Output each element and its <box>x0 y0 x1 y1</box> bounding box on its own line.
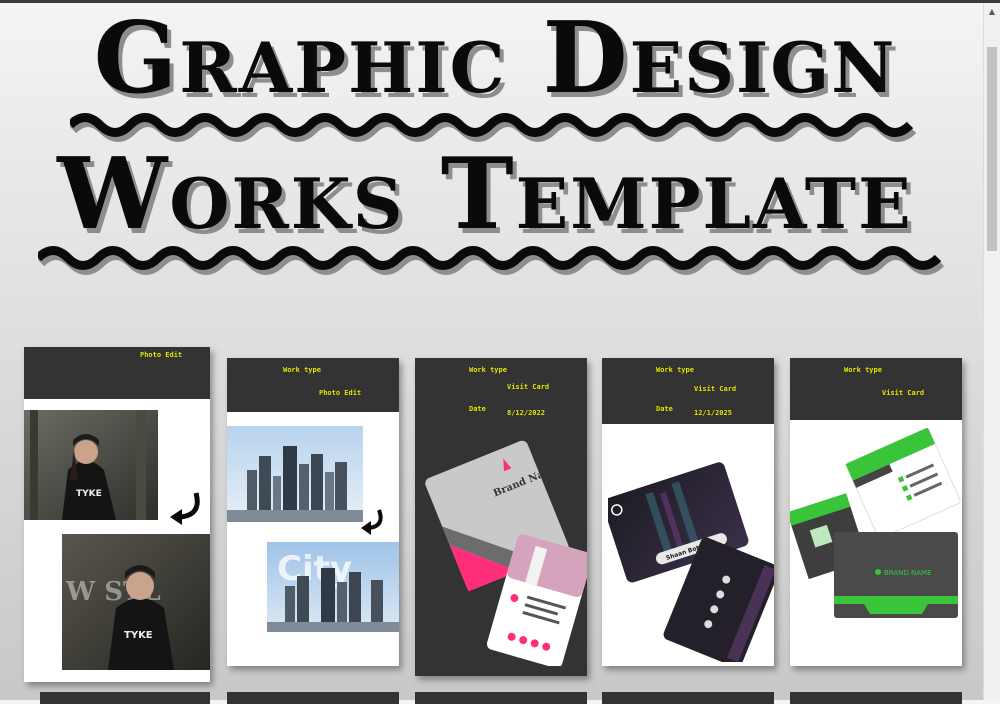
brand-name-text: BRAND NAME <box>884 569 932 577</box>
work-card-row2-3[interactable] <box>415 692 587 704</box>
card-label-work-type: Work type <box>656 366 694 374</box>
work-card-city-edit[interactable]: Work type Photo Edit City <box>227 358 399 666</box>
portrait-before-image[interactable]: TYKE <box>24 410 158 520</box>
city-after-image[interactable]: City <box>267 542 399 632</box>
card-label-work-type: Work type <box>844 366 882 374</box>
scroll-up-arrow-icon[interactable]: ▲ <box>984 3 1000 19</box>
page-title-line-1: Graphic Design <box>93 1 897 116</box>
work-card-photo-edit[interactable]: Photo Edit TYKE W STL TYKE <box>24 347 210 682</box>
card-label-date: 12/1/2025 <box>694 409 732 417</box>
work-card-row2-4[interactable] <box>602 692 774 704</box>
curved-arrow-icon <box>170 492 200 525</box>
work-card-visit-card-green[interactable]: Work type Visit Card BRAND NAME <box>790 358 962 666</box>
business-card-mockup-green[interactable]: BRAND NAME <box>790 428 962 624</box>
card-label-work-type: Photo Edit <box>140 351 183 359</box>
city-before-image[interactable] <box>227 426 363 522</box>
card-label-category: Photo Edit <box>319 389 362 397</box>
card-label-category: Visit Card <box>694 385 737 393</box>
vertical-scrollbar[interactable]: ▲ <box>983 3 1000 700</box>
work-card-row2-2[interactable] <box>227 692 399 704</box>
page-title-line-2: Works Template <box>57 137 913 252</box>
card-label-date-caption: Date <box>469 405 486 413</box>
work-card-visit-card-dark[interactable]: Work type Visit Card Date 12/1/2025 Shaa… <box>602 358 774 666</box>
card-label-date: 8/12/2022 <box>507 409 545 417</box>
curved-arrow-icon <box>361 509 383 535</box>
portrait-after-image[interactable]: W STL TYKE <box>62 534 210 670</box>
business-card-mockup-pink[interactable]: Brand Name <box>423 430 587 666</box>
card-label-date-caption: Date <box>656 405 673 413</box>
card-label-work-type: Work type <box>283 366 321 374</box>
work-card-row2-1[interactable] <box>40 692 210 704</box>
wave-divider-bottom <box>38 246 945 275</box>
card-label-category: Visit Card <box>882 389 925 397</box>
work-card-row2-5[interactable] <box>790 692 962 704</box>
card-label-category: Visit Card <box>507 383 550 391</box>
card-label-work-type: Work type <box>469 366 507 374</box>
work-card-visit-card-pink[interactable]: Work type Visit Card Date 8/12/2022 Bran… <box>415 358 587 676</box>
business-card-mockup-dark[interactable]: Shaan Bottu <box>608 450 774 662</box>
svg-text:TYKE: TYKE <box>76 489 102 499</box>
scrollbar-thumb[interactable] <box>987 47 997 251</box>
svg-text:TYKE: TYKE <box>124 630 153 641</box>
